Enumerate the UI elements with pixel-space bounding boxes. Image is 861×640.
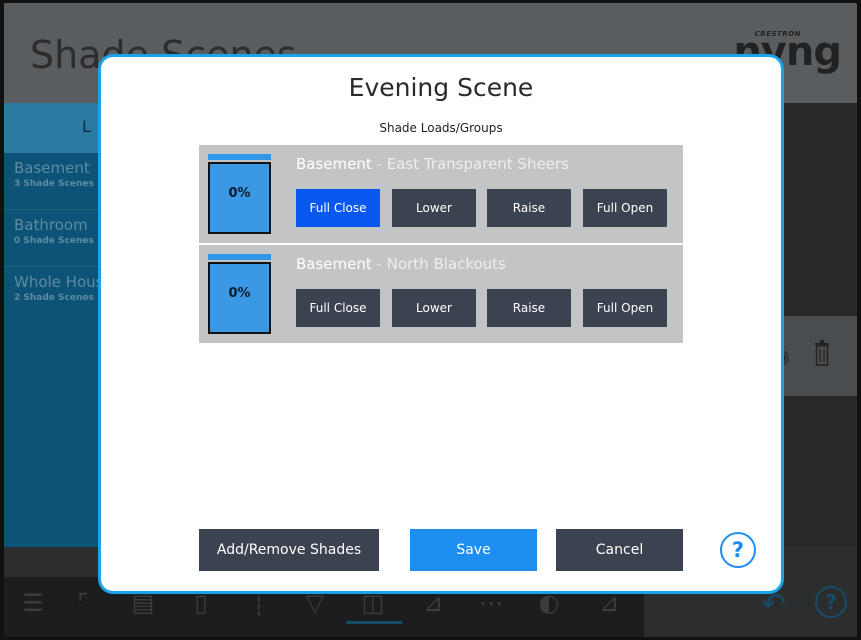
scene-count: 2 Shade Scenes: [14, 293, 94, 303]
shade-load-label: Basement - East Transparent Sheers: [296, 155, 569, 173]
lower-button[interactable]: Lower: [392, 189, 476, 227]
scene-detail-row: ◉: [772, 316, 857, 396]
shade-name: North Blackouts: [386, 255, 506, 273]
shade-room: Basement: [296, 155, 372, 173]
window-shade-icon[interactable]: ◫: [358, 589, 388, 619]
shade-load-label: Basement - North Blackouts: [296, 255, 506, 273]
lower-button[interactable]: Lower: [392, 289, 476, 327]
shade-level-percent: 0%: [228, 286, 251, 301]
full-open-button[interactable]: Full Open: [583, 289, 667, 327]
shade-name: East Transparent Sheers: [386, 155, 569, 173]
shade-level-gauge: 0%: [208, 154, 271, 234]
tv-icon[interactable]: ▤: [128, 589, 158, 619]
gauge-top-bar: [208, 154, 271, 160]
dialog-subtitle: Shade Loads/Groups: [379, 121, 503, 135]
label-separator: -: [371, 155, 387, 173]
scene-list-item[interactable]: Bathroom 0 Shade Scenes: [4, 210, 104, 267]
save-button[interactable]: Save: [410, 529, 537, 571]
cancel-button[interactable]: Cancel: [556, 529, 683, 571]
gauge-box: 0%: [208, 162, 271, 234]
full-close-button[interactable]: Full Close: [296, 289, 380, 327]
clock-icon[interactable]: ◐: [534, 589, 564, 619]
gauge-box: 0%: [208, 262, 271, 334]
shades-icon[interactable]: ▯: [186, 589, 216, 619]
gauge-top-bar: [208, 254, 271, 260]
scene-count: 0 Shade Scenes: [14, 236, 94, 246]
help-button[interactable]: ?: [720, 532, 756, 568]
add-remove-shades-button[interactable]: Add/Remove Shades: [199, 529, 379, 571]
scene-room-name: Whole House: [14, 273, 113, 291]
trash-icon[interactable]: [814, 340, 830, 366]
scene-list-panel: L Basement 3 Shade Scenes Bathroom 0 Sha…: [4, 103, 113, 547]
raise-button[interactable]: Raise: [487, 289, 571, 327]
scene-list-item[interactable]: Whole House 2 Shade Scenes: [4, 267, 113, 323]
scene-detail-panel: ◉: [772, 103, 857, 547]
shade-level-percent: 0%: [228, 186, 251, 201]
light-icon[interactable]: ▽: [300, 589, 330, 619]
scene-list-header: L: [4, 103, 104, 153]
shade-load-row: 0% Basement - East Transparent Sheers Fu…: [199, 145, 683, 243]
app-frame: Shade Scenes CRESTRON nyng L Basement 3 …: [4, 3, 857, 637]
keypad-icon[interactable]: ⋯: [476, 589, 506, 619]
menu-icon[interactable]: ☰: [18, 589, 48, 619]
scene-room-name: Bathroom: [14, 216, 88, 234]
label-separator: -: [371, 255, 387, 273]
back-icon[interactable]: ↶: [761, 587, 786, 622]
shade-level-gauge: 0%: [208, 254, 271, 334]
shade-room: Basement: [296, 255, 372, 273]
raise-button[interactable]: Raise: [487, 189, 571, 227]
shade-load-row: 0% Basement - North Blackouts Full Close…: [199, 245, 683, 343]
scene-room-name: Basement: [14, 159, 90, 177]
climate-icon[interactable]: ⊿: [594, 589, 624, 619]
scene-list-header-label: L: [82, 117, 91, 136]
scene-list-item[interactable]: Basement 3 Shade Scenes: [4, 153, 104, 210]
scene-edit-dialog: Evening Scene Shade Loads/Groups 0% Base…: [101, 57, 781, 591]
pipe-icon[interactable]: ┊: [244, 589, 274, 619]
full-open-button[interactable]: Full Open: [583, 189, 667, 227]
door-icon[interactable]: ⌜: [68, 589, 98, 619]
thermometer-icon[interactable]: ⊿: [418, 589, 448, 619]
scene-count: 3 Shade Scenes: [14, 179, 94, 189]
nav-active-indicator: [346, 621, 402, 624]
dialog-title: Evening Scene: [348, 73, 534, 102]
help-icon[interactable]: ?: [815, 586, 847, 618]
full-close-button[interactable]: Full Close: [296, 189, 380, 227]
